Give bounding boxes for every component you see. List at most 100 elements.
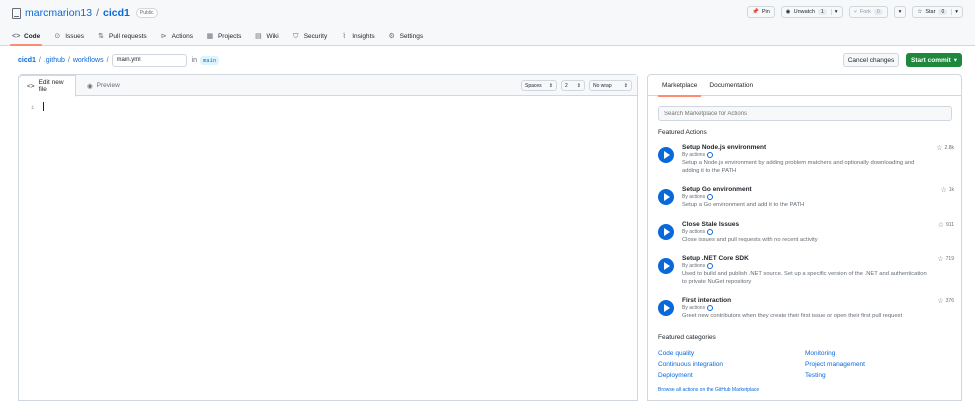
tab-actions-label: Actions (171, 33, 193, 40)
category-link-testing[interactable]: Testing (805, 372, 826, 379)
action-description: Close issues and pull requests with no r… (682, 237, 818, 243)
line-number: 1 (31, 104, 35, 111)
unwatch-label: Unwatch (793, 9, 816, 15)
action-title[interactable]: Close Stale Issues (682, 221, 739, 228)
pin-label: Pin (761, 9, 770, 15)
breadcrumb-separator: / (67, 56, 70, 64)
play-icon (658, 147, 674, 163)
in-label: in (191, 56, 197, 64)
chevron-down-icon: ⇕ (576, 82, 581, 89)
pin-icon: 📌 (751, 9, 759, 15)
action-title[interactable]: Setup Go environment (682, 186, 752, 193)
chevron-down-icon: ▾ (830, 9, 838, 15)
action-description: Setup a Go environment and add it to the… (682, 202, 805, 208)
tab-marketplace[interactable]: Marketplace (658, 75, 702, 97)
action-title[interactable]: First interaction (682, 297, 731, 304)
verified-icon (707, 305, 714, 311)
category-link-code-quality[interactable]: Code quality (658, 350, 694, 357)
category-link-deployment[interactable]: Deployment (658, 372, 693, 379)
wrap-mode-select[interactable]: No wrap ⇕ (589, 80, 632, 91)
action-description: Setup a Node.js environment by adding pr… (682, 160, 915, 174)
table-icon: ▦ (206, 32, 214, 40)
tab-documentation[interactable]: Documentation (705, 75, 757, 96)
browse-marketplace-link[interactable]: Browse all actions on the GitHub Marketp… (658, 387, 759, 393)
action-stars: ☆ 719 (937, 255, 954, 263)
fork-count: 0 (873, 9, 883, 15)
star-icon: ☆ (937, 298, 944, 305)
tab-code[interactable]: <> Code (9, 28, 43, 46)
action-item[interactable]: Setup Node.js environment By actions Set… (658, 144, 954, 178)
fork-menu-button[interactable]: ▾ (893, 6, 907, 18)
start-commit-button[interactable]: Start commit ▾ (906, 53, 962, 67)
action-title[interactable]: Setup .NET Core SDK (682, 255, 749, 262)
featured-categories-heading: Featured categories (658, 334, 716, 341)
tab-pull-requests[interactable]: ⇅ Pull requests (97, 28, 147, 45)
action-author-text: By actions (682, 229, 706, 235)
action-star-count: 2.8k (944, 145, 954, 151)
action-star-count: 719 (945, 256, 954, 262)
code-icon: <> (12, 32, 21, 40)
marketplace-search-input[interactable] (658, 106, 952, 121)
action-item[interactable]: Setup .NET Core SDK By actions Used to b… (658, 255, 954, 289)
cancel-changes-button[interactable]: Cancel changes (843, 53, 899, 67)
action-author: By actions (682, 152, 714, 158)
category-link-monitoring[interactable]: Monitoring (805, 350, 835, 357)
action-author: By actions (682, 229, 714, 235)
tab-preview-label: Preview (96, 82, 120, 89)
tab-issues[interactable]: ⊙ Issues (53, 28, 84, 45)
tab-code-label: Code (24, 33, 41, 40)
action-description: Used to build and publish .NET source. S… (682, 271, 927, 285)
unwatch-button[interactable]: ◉ Unwatch 1 ▾ (780, 6, 843, 18)
eye-icon: ◉ (87, 82, 93, 90)
action-item[interactable]: Setup Go environment By actions Setup a … (658, 186, 954, 220)
category-link-project-management[interactable]: Project management (805, 361, 865, 368)
branch-tag: main (199, 55, 220, 65)
action-author-text: By actions (682, 194, 706, 200)
indent-size-select[interactable]: 2 ⇕ (561, 80, 585, 91)
fork-button[interactable]: ⑂ Fork 0 (848, 6, 888, 18)
breadcrumb-github-link[interactable]: .github (44, 57, 65, 64)
tab-security[interactable]: ⛉ Security (292, 28, 327, 45)
play-icon (658, 224, 674, 240)
chevron-down-icon: ⇕ (548, 82, 553, 89)
chevron-down-icon: ⇕ (623, 82, 628, 89)
breadcrumb-separator: / (106, 56, 109, 64)
tab-wiki[interactable]: ▤ Wiki (254, 28, 279, 45)
repo-owner-link[interactable]: marcmarion13 (25, 7, 92, 19)
code-editor-area[interactable]: 1 (19, 96, 637, 401)
tab-pull-requests-label: Pull requests (109, 33, 147, 40)
eye-icon: ◉ (785, 9, 791, 15)
breadcrumb-repo-link[interactable]: cicd1 (18, 57, 36, 64)
editor-options: Spaces ⇕ 2 ⇕ No wrap ⇕ (521, 80, 632, 91)
tab-edit-new-file[interactable]: <> Edit new file (18, 75, 76, 97)
tab-insights[interactable]: ⌇ Insights (340, 28, 374, 45)
action-title[interactable]: Setup Node.js environment (682, 144, 766, 151)
action-stars: ☆ 911 (938, 221, 954, 229)
tab-actions[interactable]: ⊳ Actions (160, 28, 193, 45)
star-button[interactable]: ☆ Star 0 ▾ (912, 6, 963, 18)
action-star-count: 911 (946, 222, 954, 228)
filename-input[interactable] (111, 53, 187, 67)
star-label: Star (925, 9, 936, 15)
breadcrumb-workflows-link[interactable]: workflows (73, 57, 104, 64)
repo-title: marcmarion13 / cicd1 Public (12, 6, 158, 20)
star-icon: ☆ (936, 145, 943, 152)
chevron-down-icon: ▾ (953, 57, 957, 64)
verified-icon (707, 229, 714, 235)
repo-name-link[interactable]: cicd1 (103, 7, 130, 19)
tab-preview[interactable]: ◉ Preview (79, 75, 128, 96)
verified-icon (707, 194, 714, 200)
play-circle-icon: ⊳ (160, 32, 167, 40)
tab-projects[interactable]: ▦ Projects (206, 28, 242, 45)
tab-settings[interactable]: ⚙ Settings (388, 28, 423, 45)
category-link-continuous-integration[interactable]: Continuous integration (658, 361, 723, 368)
star-icon: ☆ (940, 187, 947, 194)
indent-mode-select[interactable]: Spaces ⇕ (521, 80, 557, 91)
text-cursor (43, 102, 44, 111)
action-stars: ☆ 1k (940, 186, 954, 194)
action-item[interactable]: First interaction By actions Greet new c… (658, 297, 954, 331)
action-item[interactable]: Close Stale Issues By actions Close issu… (658, 221, 954, 255)
pin-button[interactable]: 📌 Pin (746, 6, 775, 18)
action-author: By actions (682, 263, 714, 269)
fork-icon: ⑂ (853, 9, 857, 15)
